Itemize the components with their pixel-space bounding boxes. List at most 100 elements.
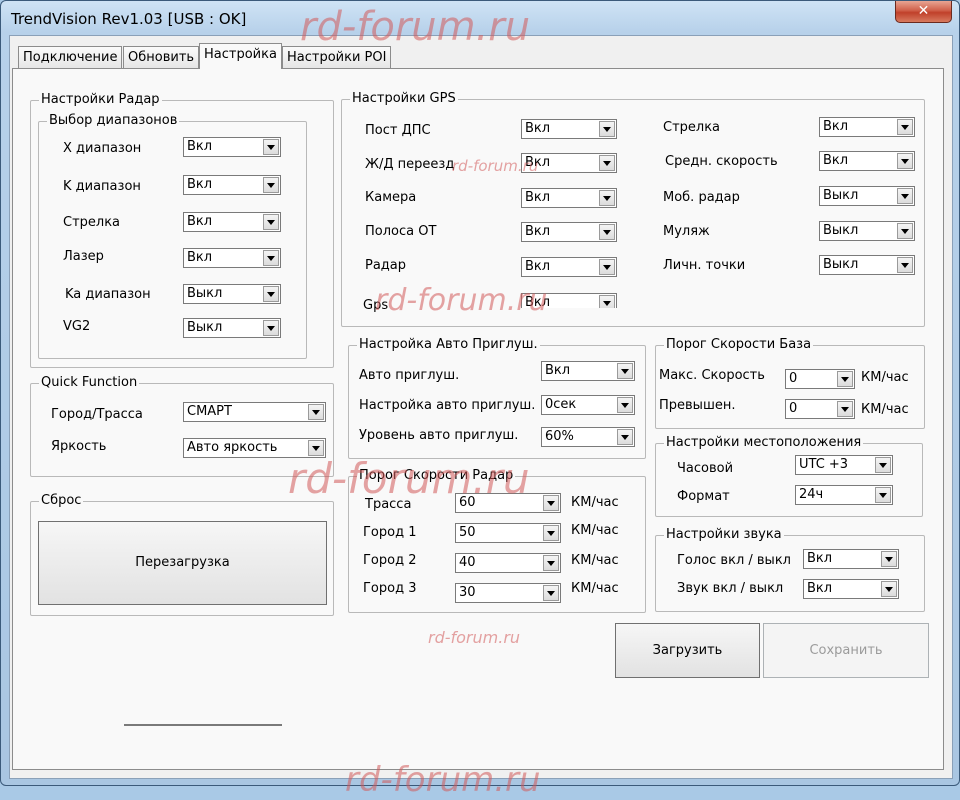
automute-delay-value: 0сек bbox=[545, 397, 577, 412]
gps-dummy-select[interactable]: Выкл bbox=[819, 221, 915, 241]
gps-label-avgspeed: Средн. скорость bbox=[665, 154, 778, 169]
speed-city2-unit: КМ/час bbox=[571, 553, 619, 568]
gps-gps-select[interactable]: Вкл bbox=[521, 293, 617, 308]
quick-function-title: Quick Function bbox=[39, 375, 140, 390]
max-speed-select[interactable]: 0 bbox=[785, 369, 855, 389]
automute-label-on: Авто приглуш. bbox=[359, 368, 460, 383]
chevron-down-icon bbox=[599, 295, 615, 308]
tab-connect[interactable]: Подключение bbox=[18, 46, 123, 68]
speed-city1-select[interactable]: 50 bbox=[455, 523, 561, 543]
sound-title: Настройки звука bbox=[664, 527, 784, 542]
speed-city3-select[interactable]: 30 bbox=[455, 583, 561, 603]
speed-city3-value: 30 bbox=[459, 585, 476, 600]
speed-highway-value: 60 bbox=[459, 495, 476, 510]
gps-label-userpoints: Личн. точки bbox=[663, 258, 746, 273]
bands-title: Выбор диапазонов bbox=[47, 113, 180, 128]
radar-ka-select[interactable]: Выкл bbox=[183, 284, 281, 304]
gps-arrow-select[interactable]: Вкл bbox=[819, 117, 915, 137]
gps-userpoints-select[interactable]: Выкл bbox=[819, 255, 915, 275]
gps-camera-select[interactable]: Вкл bbox=[521, 188, 617, 208]
radar-x-select[interactable]: Вкл bbox=[183, 137, 281, 157]
max-speed-unit: КМ/час bbox=[861, 370, 909, 385]
chevron-down-icon bbox=[263, 320, 279, 336]
chevron-down-icon bbox=[837, 371, 853, 387]
gps-label-railway: Ж/Д переезд bbox=[365, 157, 455, 172]
radar-ka-value: Выкл bbox=[187, 286, 223, 301]
city-highway-value: СМАРТ bbox=[187, 404, 232, 419]
quick-label-city: Город/Трасса bbox=[51, 407, 143, 422]
brightness-select[interactable]: Авто яркость bbox=[183, 438, 326, 458]
automute-select[interactable]: Вкл bbox=[541, 361, 635, 381]
voice-value: Вкл bbox=[807, 551, 833, 566]
speed-highway-select[interactable]: 60 bbox=[455, 493, 561, 513]
radar-arrow-select[interactable]: Вкл bbox=[183, 212, 281, 232]
gps-label-gps: Gps bbox=[363, 298, 389, 313]
gps-radar-value: Вкл bbox=[525, 259, 551, 274]
gps-gps-value: Вкл bbox=[525, 295, 551, 308]
sound-label-sound: Звук вкл / выкл bbox=[677, 581, 784, 596]
radar-laser-select[interactable]: Вкл bbox=[183, 248, 281, 268]
gps-avgspeed-select[interactable]: Вкл bbox=[819, 151, 915, 171]
chevron-down-icon bbox=[308, 440, 324, 456]
automute-level-select[interactable]: 60% bbox=[541, 427, 635, 447]
gps-label-lane: Полоса ОТ bbox=[365, 224, 437, 239]
city-highway-select[interactable]: СМАРТ bbox=[183, 402, 326, 422]
chevron-down-icon bbox=[543, 525, 559, 541]
radar-vg2-select[interactable]: Выкл bbox=[183, 318, 281, 338]
gps-railway-value: Вкл bbox=[525, 155, 551, 170]
chevron-down-icon bbox=[897, 188, 913, 204]
status-divider bbox=[124, 724, 282, 726]
exceed-unit: КМ/час bbox=[861, 402, 909, 417]
tab-settings[interactable]: Настройка bbox=[199, 43, 282, 69]
load-button[interactable]: Загрузить bbox=[615, 623, 760, 678]
title-bar[interactable]: TrendVision Rev1.03 [USB : OK] ✕ bbox=[1, 1, 959, 35]
chevron-down-icon bbox=[543, 555, 559, 571]
gps-radar-select[interactable]: Вкл bbox=[521, 257, 617, 277]
gps-police-select[interactable]: Вкл bbox=[521, 119, 617, 139]
voice-select[interactable]: Вкл bbox=[803, 549, 899, 569]
speed-radar-label-city1: Город 1 bbox=[363, 525, 417, 540]
chevron-down-icon bbox=[263, 139, 279, 155]
gps-railway-select[interactable]: Вкл bbox=[521, 153, 617, 173]
radar-arrow-value: Вкл bbox=[187, 214, 213, 229]
speed-radar-label-highway: Трасса bbox=[365, 497, 412, 512]
speed-radar-label-city2: Город 2 bbox=[363, 553, 417, 568]
radar-label-laser: Лазер bbox=[63, 249, 104, 264]
exceed-select[interactable]: 0 bbox=[785, 399, 855, 419]
gps-mobradar-value: Выкл bbox=[823, 188, 859, 203]
sound-select[interactable]: Вкл bbox=[803, 579, 899, 599]
tab-update[interactable]: Обновить bbox=[123, 46, 200, 68]
speed-highway-unit: КМ/час bbox=[571, 495, 619, 510]
radar-k-select[interactable]: Вкл bbox=[183, 175, 281, 195]
radar-label-x: X диапазон bbox=[63, 141, 142, 156]
chevron-down-icon bbox=[599, 121, 615, 137]
chevron-down-icon bbox=[881, 551, 897, 567]
chevron-down-icon bbox=[263, 177, 279, 193]
radar-vg2-value: Выкл bbox=[187, 320, 223, 335]
chevron-down-icon bbox=[617, 363, 633, 379]
timezone-select[interactable]: UTC +3 bbox=[795, 455, 893, 475]
chevron-down-icon bbox=[543, 495, 559, 511]
chevron-down-icon bbox=[263, 250, 279, 266]
close-icon[interactable]: ✕ bbox=[895, 1, 952, 23]
automute-delay-select[interactable]: 0сек bbox=[541, 395, 635, 415]
tab-poi-settings[interactable]: Настройки POI bbox=[282, 46, 392, 68]
automute-label-delay: Настройка авто приглуш. bbox=[359, 398, 536, 413]
reboot-button[interactable]: Перезагрузка bbox=[38, 521, 327, 605]
gps-label-police: Пост ДПС bbox=[365, 123, 431, 138]
gps-label-dummy: Муляж bbox=[663, 224, 710, 239]
save-button[interactable]: Сохранить bbox=[763, 623, 929, 678]
gps-mobradar-select[interactable]: Выкл bbox=[819, 186, 915, 206]
speed-base-title: Порог Скорости База bbox=[664, 337, 814, 352]
chevron-down-icon bbox=[263, 214, 279, 230]
gps-label-camera: Камера bbox=[365, 190, 417, 205]
chevron-down-icon bbox=[263, 286, 279, 302]
gps-lane-select[interactable]: Вкл bbox=[521, 222, 617, 242]
speed-city2-select[interactable]: 40 bbox=[455, 553, 561, 573]
time-format-select[interactable]: 24ч bbox=[795, 485, 893, 505]
gps-userpoints-value: Выкл bbox=[823, 257, 859, 272]
radar-laser-value: Вкл bbox=[187, 250, 213, 265]
reset-title: Сброс bbox=[39, 493, 84, 508]
location-title: Настройки местоположения bbox=[664, 435, 864, 450]
max-speed-value: 0 bbox=[789, 371, 798, 386]
